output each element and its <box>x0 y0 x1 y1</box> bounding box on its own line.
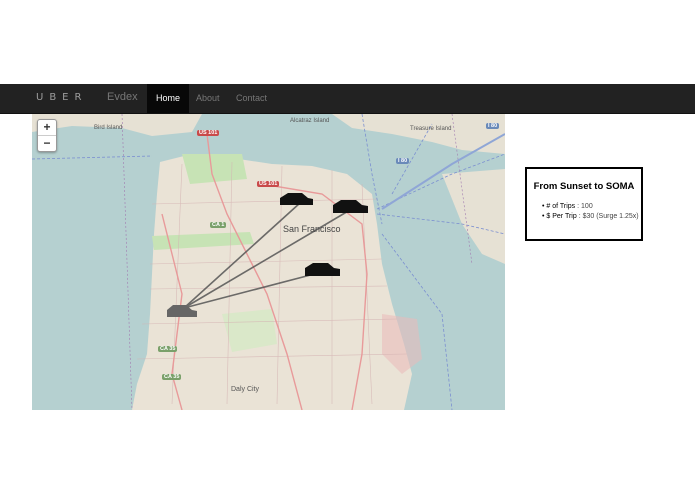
zoom-control: + − <box>37 119 57 152</box>
zoom-out-button[interactable]: − <box>38 135 56 151</box>
map-label-daly-city: Daly City <box>231 386 260 393</box>
map-label-treasure-island: Treasure Island <box>410 126 452 132</box>
nav-contact[interactable]: Contact <box>227 84 276 113</box>
trips-row: • # of Trips : 100 <box>542 203 593 210</box>
zoom-in-button[interactable]: + <box>38 120 56 135</box>
price-row: • $ Per Trip : $30 (Surge 1.25x) <box>542 213 639 220</box>
brand-name[interactable]: Evdex <box>107 91 138 103</box>
trips-value: : 100 <box>577 203 593 210</box>
shield-i80: I 80 <box>396 158 410 164</box>
price-label: • $ Per Trip <box>542 213 577 220</box>
uber-logo[interactable]: UBER <box>36 92 87 103</box>
shield-us101-ca1: US 101 <box>197 130 220 136</box>
shield-ca35-south: CA 35 <box>162 374 182 380</box>
navbar: UBER Evdex Home About Contact <box>0 84 695 114</box>
map-label-bird-island: Bird Island <box>94 125 123 131</box>
map-tiles <box>32 114 505 410</box>
info-title: From Sunset to SOMA <box>533 181 635 192</box>
map-label-alcatraz: Alcatraz Island <box>290 118 330 124</box>
shield-i80-top: I 80 <box>486 123 500 129</box>
shield-ca35: CA 35 <box>158 346 178 352</box>
price-value: : $30 (Surge 1.25x) <box>578 213 639 220</box>
shield-us101: US 101 <box>257 181 280 187</box>
shield-ca1: CA 1 <box>210 222 227 228</box>
trip-info-box: From Sunset to SOMA • # of Trips : 100 •… <box>525 167 643 241</box>
map-label-san-francisco: San Francisco <box>283 224 341 234</box>
nav-home[interactable]: Home <box>147 84 190 113</box>
nav-about[interactable]: About <box>187 84 229 113</box>
trips-label: • # of Trips <box>542 203 576 210</box>
map-view[interactable]: + − Bird Island Alcatraz Island Treasure… <box>32 114 505 410</box>
